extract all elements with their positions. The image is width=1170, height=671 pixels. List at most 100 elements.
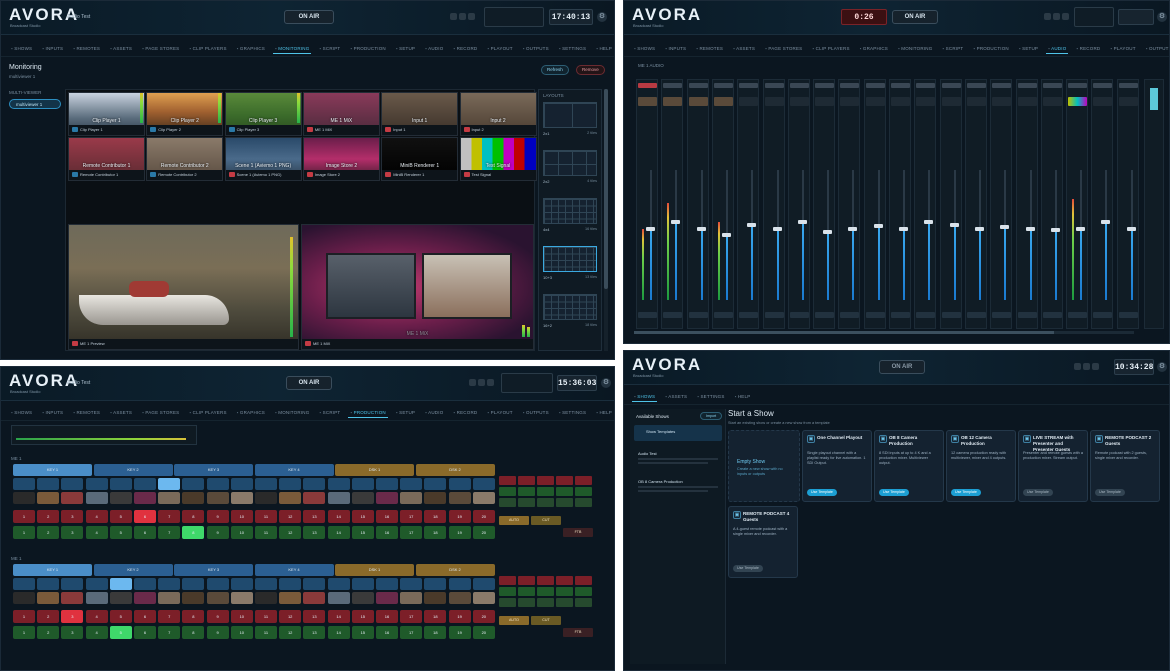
preview-bus-button[interactable]: 20 xyxy=(472,526,495,539)
source-thumbnail[interactable] xyxy=(206,592,229,604)
on-air-button[interactable]: ON AIR xyxy=(892,10,938,24)
source-thumbnail[interactable] xyxy=(109,592,132,604)
layout-option[interactable] xyxy=(543,198,597,224)
aux-bus-button[interactable] xyxy=(61,478,84,490)
tab-shows[interactable]: SHOWS xyxy=(9,408,34,417)
source-tile[interactable]: ME 1 MiX ME 1 MiX xyxy=(302,92,380,136)
preview-bus-button[interactable]: 5 xyxy=(109,626,132,639)
keypad-button[interactable] xyxy=(575,476,592,485)
tab-script[interactable]: SCRIPT xyxy=(317,408,342,417)
source-thumbnail[interactable] xyxy=(303,592,326,604)
tab-audio[interactable]: AUDIO xyxy=(423,408,445,417)
preview-bus-button[interactable]: 1 xyxy=(13,526,35,539)
aux-bus-button[interactable] xyxy=(424,578,447,590)
source-thumbnail[interactable] xyxy=(85,492,108,504)
fader-knob[interactable] xyxy=(823,230,833,235)
program-bus-button[interactable]: 7 xyxy=(158,610,181,623)
tab-help[interactable]: HELP xyxy=(733,392,753,401)
source-thumbnail[interactable] xyxy=(182,592,205,604)
source-thumbnail[interactable] xyxy=(279,592,302,604)
program-bus-button[interactable]: 1 xyxy=(13,510,35,523)
multiviewer-item[interactable]: multiviewer 1 xyxy=(9,99,61,109)
tab-inputs[interactable]: INPUTS xyxy=(40,44,65,53)
keypad-button[interactable] xyxy=(575,487,592,496)
keypad-button[interactable] xyxy=(556,487,573,496)
preview-bus-button[interactable]: 19 xyxy=(448,526,471,539)
preview-bus-button[interactable]: 14 xyxy=(327,526,350,539)
keypad-button[interactable] xyxy=(518,498,535,507)
sidebar-item-ob8[interactable]: OB 8 Camera Production xyxy=(634,477,722,499)
channel-mute-button[interactable] xyxy=(815,83,835,88)
channel-mute-button[interactable] xyxy=(966,83,986,88)
source-thumbnail[interactable] xyxy=(134,492,156,504)
tab-record[interactable]: RECORD xyxy=(451,408,479,417)
channel-mute-button[interactable] xyxy=(713,83,733,88)
tab-production[interactable]: PRODUCTION xyxy=(348,408,388,418)
keypad-button[interactable] xyxy=(518,487,535,496)
channel-mute-button[interactable] xyxy=(1118,83,1138,88)
preview-bus-button[interactable]: 2 xyxy=(37,526,60,539)
keypad-button[interactable] xyxy=(518,598,535,607)
preview-bus-button[interactable]: 2 xyxy=(37,626,60,639)
tab-script[interactable]: SCRIPT xyxy=(317,44,342,53)
program-bus-button[interactable]: 13 xyxy=(303,510,326,523)
fader-knob[interactable] xyxy=(1025,226,1035,231)
preview-bus-button[interactable]: 15 xyxy=(351,526,374,539)
settings-gear-icon[interactable]: ⚙ xyxy=(1157,362,1167,372)
channel-mute-button[interactable] xyxy=(865,83,885,88)
program-bus-button[interactable]: 8 xyxy=(182,510,205,523)
channel-mute-button[interactable] xyxy=(764,83,784,88)
source-thumbnail[interactable] xyxy=(351,492,374,504)
program-bus-button[interactable]: 1 xyxy=(13,610,35,623)
channel-mute-button[interactable] xyxy=(840,83,860,88)
settings-gear-icon[interactable]: ⚙ xyxy=(597,12,607,22)
program-bus-button[interactable]: 20 xyxy=(472,610,495,623)
aux-bus-button[interactable] xyxy=(351,478,374,490)
source-thumbnail[interactable] xyxy=(327,592,350,604)
channel-mute-button[interactable] xyxy=(789,83,809,88)
preview-bus-button[interactable]: 1 xyxy=(13,626,35,639)
preview-bus-button[interactable]: 13 xyxy=(303,626,326,639)
tab-setup[interactable]: SETUP xyxy=(394,44,417,53)
aux-bus-button[interactable] xyxy=(424,478,447,490)
tab-outputs[interactable]: OUTPUTS xyxy=(521,408,551,417)
template-card[interactable]: ▣ REMOTE PODCAST 2 Guests Remote podcast w… xyxy=(1090,430,1160,502)
preview-bus-button[interactable]: 16 xyxy=(376,526,398,539)
source-thumbnail[interactable] xyxy=(230,592,253,604)
source-thumbnail[interactable] xyxy=(37,592,60,604)
keypad-button[interactable] xyxy=(556,498,573,507)
aux-bus-button[interactable] xyxy=(279,578,302,590)
fader-knob[interactable] xyxy=(873,223,883,228)
preview-bus-button[interactable]: 17 xyxy=(400,626,423,639)
source-thumbnail[interactable] xyxy=(206,492,229,504)
tab-clip-players[interactable]: CLIP PLAYERS xyxy=(187,408,228,417)
source-thumbnail[interactable] xyxy=(279,492,302,504)
key-bus-header[interactable]: KEY 1 xyxy=(13,564,92,576)
preview-bus-button[interactable]: 19 xyxy=(448,626,471,639)
source-thumbnail[interactable] xyxy=(376,492,398,504)
me1-preview-tile[interactable]: ME 1 Preview xyxy=(68,224,299,350)
aux-bus-button[interactable] xyxy=(85,478,108,490)
preview-bus-button[interactable]: 10 xyxy=(230,626,253,639)
tab-outputs[interactable]: OUTPUTS xyxy=(521,44,551,53)
aux-bus-button[interactable] xyxy=(400,478,423,490)
source-thumbnail[interactable] xyxy=(400,592,423,604)
tab-record[interactable]: RECORD xyxy=(451,44,479,53)
keypad-button[interactable] xyxy=(556,476,573,485)
fader-knob[interactable] xyxy=(899,226,908,231)
key-bus-header[interactable]: KEY 4 xyxy=(254,464,334,476)
program-bus-button[interactable]: 9 xyxy=(206,510,229,523)
source-thumbnail[interactable] xyxy=(448,592,471,604)
preview-bus-button[interactable]: 14 xyxy=(327,626,350,639)
aux-bus-button[interactable] xyxy=(376,478,398,490)
template-card[interactable]: ▣ REMOTE PODCAST 4 Guests A 4-guest remote… xyxy=(728,506,798,578)
preview-bus-button[interactable]: 6 xyxy=(134,526,156,539)
program-bus-button[interactable]: 17 xyxy=(400,610,423,623)
source-tile[interactable]: Input 1 Input 1 xyxy=(381,92,459,136)
key-bus-header[interactable]: KEY 3 xyxy=(174,464,253,476)
aux-bus-button[interactable] xyxy=(255,578,277,590)
tab-inputs[interactable]: INPUTS xyxy=(663,44,688,53)
tab-shows[interactable]: SHOWS xyxy=(9,44,34,53)
program-bus-button[interactable]: 6 xyxy=(134,510,156,523)
keypad-button[interactable] xyxy=(499,487,516,496)
